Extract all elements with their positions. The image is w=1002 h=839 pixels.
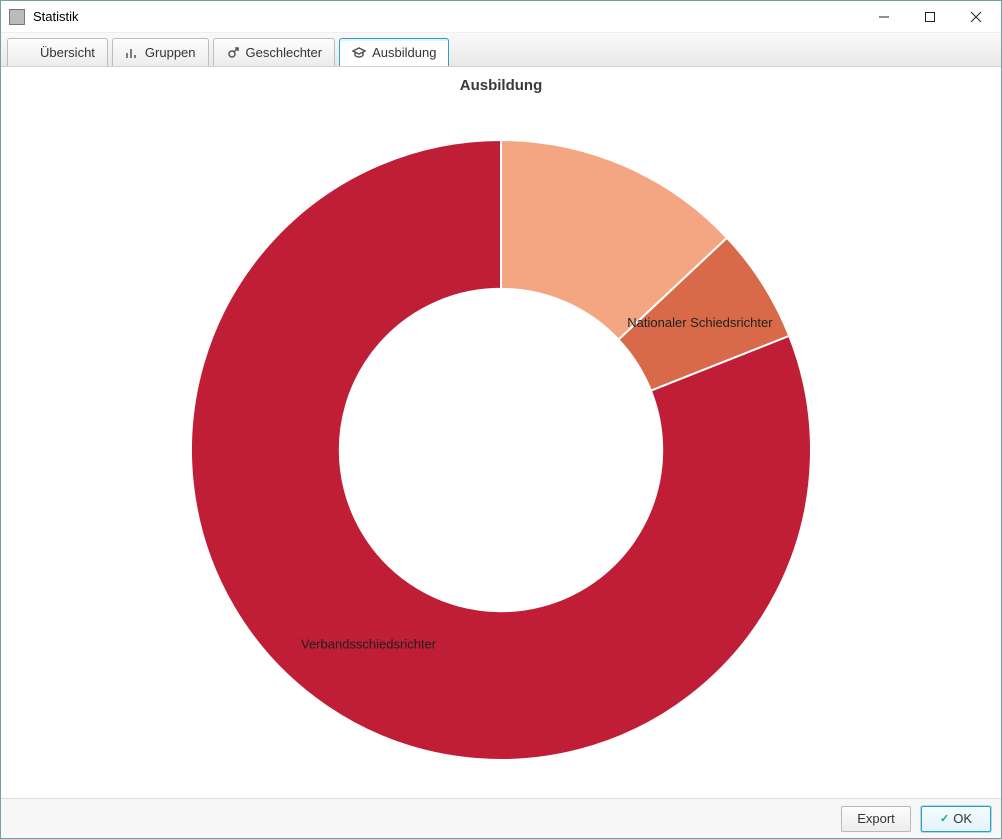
overview-icon <box>20 46 34 60</box>
tab-overview[interactable]: Übersicht <box>7 38 108 66</box>
check-icon: ✓ <box>940 812 949 825</box>
app-window: Statistik Übersicht Gruppen Geschlechter… <box>0 0 1002 839</box>
button-label: Export <box>857 811 895 826</box>
tab-label: Übersicht <box>40 45 95 60</box>
app-icon <box>9 9 25 25</box>
gender-icon <box>226 46 240 60</box>
chart-title: Ausbildung <box>1 77 1001 94</box>
footer: Export ✓ OK <box>1 798 1001 838</box>
tab-groups[interactable]: Gruppen <box>112 38 209 66</box>
tab-label: Ausbildung <box>372 45 436 60</box>
tab-label: Gruppen <box>145 45 196 60</box>
graduation-cap-icon <box>352 46 366 60</box>
window-title: Statistik <box>33 9 861 24</box>
chart-area: Ausbildung Nationaler Schiedsrichter Verb… <box>1 67 1001 798</box>
ok-button[interactable]: ✓ OK <box>921 806 991 832</box>
maximize-button[interactable] <box>907 2 953 32</box>
tab-education[interactable]: Ausbildung <box>339 38 449 66</box>
slice-label: Nationaler Schiedsrichter <box>627 315 773 330</box>
donut-chart: Nationaler Schiedsrichter Verbandsschieds… <box>151 100 851 800</box>
tab-label: Geschlechter <box>246 45 323 60</box>
export-button[interactable]: Export <box>841 806 911 832</box>
tab-genders[interactable]: Geschlechter <box>213 38 336 66</box>
titlebar: Statistik <box>1 1 1001 33</box>
chart-wrap: Nationaler Schiedsrichter Verbandsschieds… <box>1 101 1001 798</box>
close-button[interactable] <box>953 2 999 32</box>
button-label: OK <box>953 811 972 826</box>
tab-bar: Übersicht Gruppen Geschlechter Ausbildun… <box>1 33 1001 67</box>
bar-chart-icon <box>125 46 139 60</box>
window-controls <box>861 2 999 32</box>
minimize-button[interactable] <box>861 2 907 32</box>
slice-label: Verbandsschiedsrichter <box>301 636 437 651</box>
